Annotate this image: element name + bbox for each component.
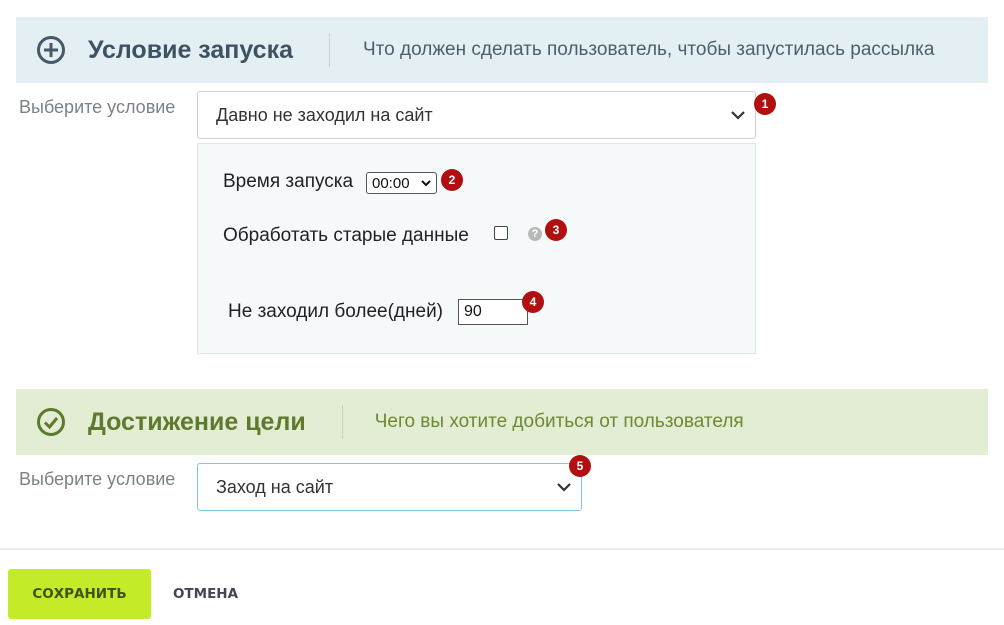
cancel-button[interactable]: ОТМЕНА <box>168 569 243 619</box>
process-old-data-checkbox[interactable] <box>494 226 508 240</box>
save-button[interactable]: СОХРАНИТЬ <box>8 569 151 619</box>
step-badge-3: 3 <box>545 219 567 241</box>
goal-header: Достижение цели Чего вы хотите добиться … <box>16 389 988 455</box>
step-badge-5: 5 <box>569 455 591 477</box>
launch-time-select[interactable]: 00:00 <box>366 172 437 194</box>
goal-subtitle: Чего вы хотите добиться от пользователя <box>374 411 744 432</box>
header-divider <box>329 33 330 67</box>
launch-condition-select[interactable]: Давно не заходил на сайт <box>197 91 756 139</box>
launch-time-value: 00:00 <box>372 174 410 192</box>
chevron-down-icon <box>421 180 431 187</box>
check-circle-icon[interactable] <box>36 407 66 437</box>
step-badge-4: 4 <box>522 291 544 313</box>
process-old-data-label: Обработать старые данные <box>223 225 469 246</box>
launch-settings-panel: Время запуска 00:00 2 Обработать старые … <box>197 143 756 354</box>
launch-time-label: Время запуска <box>223 171 354 192</box>
launch-condition-subtitle: Что должен сделать пользователь, чтобы з… <box>363 39 935 60</box>
step-badge-2: 2 <box>441 169 463 191</box>
plus-circle-icon[interactable] <box>36 35 66 65</box>
goal-condition-select[interactable]: Заход на сайт <box>197 463 582 511</box>
days-inactive-value: 90 <box>464 303 482 320</box>
launch-condition-title: Условие запуска <box>88 35 293 64</box>
header-divider <box>341 405 343 439</box>
goal-title: Достижение цели <box>88 407 306 436</box>
launch-condition-header: Условие запуска Что должен сделать польз… <box>16 17 988 83</box>
step-badge-1: 1 <box>754 93 776 115</box>
days-inactive-input[interactable]: 90 <box>458 299 528 325</box>
goal-condition-label: Выберите условие <box>19 469 176 489</box>
chevron-down-icon <box>557 483 571 492</box>
footer-divider <box>0 548 1004 550</box>
goal-condition-value: Заход на сайт <box>216 476 334 497</box>
help-icon[interactable]: ? <box>528 227 542 241</box>
days-inactive-label: Не заходил более(дней) <box>228 301 444 322</box>
chevron-down-icon <box>731 111 745 120</box>
launch-condition-label: Выберите условие <box>19 97 176 117</box>
launch-condition-value: Давно не заходил на сайт <box>216 104 433 125</box>
